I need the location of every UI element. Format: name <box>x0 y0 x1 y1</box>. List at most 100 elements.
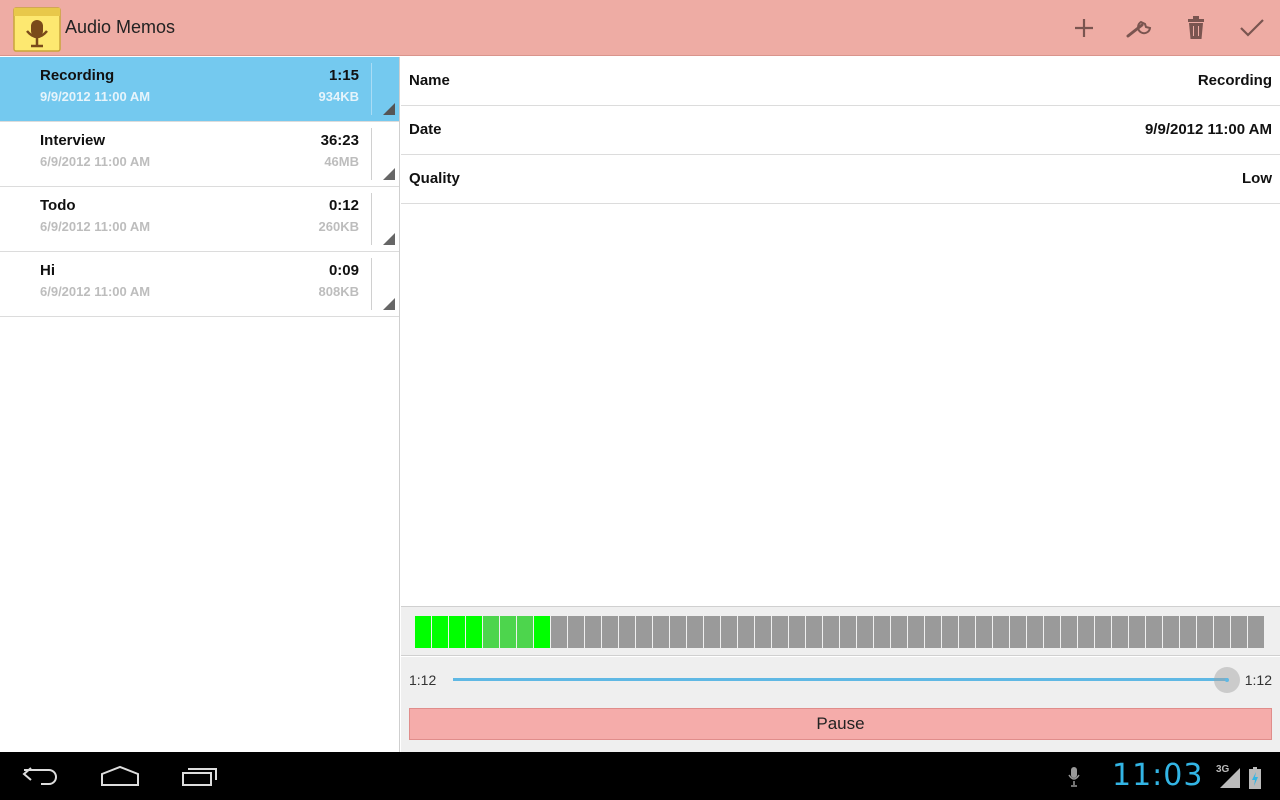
recording-name: Todo <box>40 197 76 214</box>
row-divider <box>371 128 372 180</box>
level-meter <box>415 616 1265 648</box>
meter-segment <box>823 616 839 648</box>
detail-row-date: Date 9/9/2012 11:00 AM <box>401 106 1280 155</box>
add-button[interactable] <box>1064 8 1104 48</box>
recording-size: 934KB <box>318 89 359 104</box>
recording-duration: 36:23 <box>320 132 359 149</box>
meter-segment <box>1027 616 1043 648</box>
detail-pane: Name Recording Date 9/9/2012 11:00 AM Qu… <box>401 57 1280 606</box>
meter-segment <box>1231 616 1247 648</box>
meter-segment <box>1112 616 1128 648</box>
recording-name: Recording <box>40 67 115 84</box>
row-divider <box>371 258 372 310</box>
meter-segment <box>891 616 907 648</box>
list-item[interactable]: Todo 6/9/2012 11:00 AM 0:12 260KB <box>0 187 399 252</box>
recording-duration: 1:15 <box>328 67 359 84</box>
trash-icon <box>1188 16 1204 39</box>
meter-segment <box>466 616 482 648</box>
wrench-icon <box>1126 20 1152 38</box>
level-meter-panel <box>401 606 1280 656</box>
meter-segment <box>908 616 924 648</box>
meter-segment <box>942 616 958 648</box>
app-title: Audio Memos <box>65 17 176 37</box>
meter-segment <box>738 616 754 648</box>
detail-label: Quality <box>409 170 460 187</box>
expand-corner-icon[interactable] <box>383 103 395 115</box>
recording-date: 6/9/2012 11:00 AM <box>40 154 151 169</box>
list-item[interactable]: Recording 9/9/2012 11:00 AM 1:15 934KB <box>0 57 399 122</box>
meter-segment <box>585 616 601 648</box>
meter-segment <box>976 616 992 648</box>
microphone-icon <box>1066 766 1082 788</box>
recent-apps-button[interactable] <box>170 758 230 794</box>
meter-segment <box>840 616 856 648</box>
row-divider <box>371 193 372 245</box>
elapsed-time: 1:12 <box>409 672 437 688</box>
meter-segment <box>619 616 635 648</box>
meter-segment <box>1010 616 1026 648</box>
meter-segment <box>1163 616 1179 648</box>
list-item[interactable]: Interview 6/9/2012 11:00 AM 36:23 46MB <box>0 122 399 187</box>
recording-size: 808KB <box>318 284 359 299</box>
recording-name: Hi <box>40 262 55 279</box>
meter-segment <box>653 616 669 648</box>
meter-segment <box>1146 616 1162 648</box>
expand-corner-icon[interactable] <box>383 298 395 310</box>
meter-segment <box>1129 616 1145 648</box>
meter-segment <box>874 616 890 648</box>
meter-segment <box>449 616 465 648</box>
detail-label: Date <box>409 121 442 138</box>
meter-segment <box>806 616 822 648</box>
detail-label: Name <box>409 72 450 89</box>
recent-apps-icon <box>182 768 217 786</box>
meter-segment <box>772 616 788 648</box>
meter-segment <box>517 616 533 648</box>
pause-button[interactable]: Pause <box>409 708 1272 740</box>
battery-charging-icon <box>1248 766 1262 790</box>
detail-value: Recording <box>1197 72 1272 89</box>
meter-segment <box>415 616 431 648</box>
expand-corner-icon[interactable] <box>383 168 395 180</box>
meter-segment <box>551 616 567 648</box>
list-item[interactable]: Hi 6/9/2012 11:00 AM 0:09 808KB <box>0 252 399 317</box>
meter-segment <box>1061 616 1077 648</box>
meter-segment <box>1214 616 1230 648</box>
detail-value: 9/9/2012 11:00 AM <box>1144 121 1272 138</box>
clock: 11:03 <box>1112 758 1204 793</box>
delete-button[interactable] <box>1176 8 1216 48</box>
plus-icon <box>1075 19 1093 37</box>
meter-segment <box>602 616 618 648</box>
home-button[interactable] <box>90 758 150 794</box>
expand-corner-icon[interactable] <box>383 233 395 245</box>
recording-duration: 0:09 <box>328 262 359 279</box>
meter-segment <box>687 616 703 648</box>
meter-segment <box>789 616 805 648</box>
meter-segment <box>670 616 686 648</box>
done-button[interactable] <box>1232 8 1272 48</box>
recording-date: 6/9/2012 11:00 AM <box>40 219 151 234</box>
total-time: 1:12 <box>1244 672 1272 688</box>
back-icon <box>22 767 57 785</box>
meter-segment <box>993 616 1009 648</box>
meter-segment <box>568 616 584 648</box>
home-icon <box>101 765 139 786</box>
meter-segment <box>925 616 941 648</box>
detail-value: Low <box>1242 170 1272 187</box>
meter-segment <box>1044 616 1060 648</box>
seek-bar[interactable] <box>453 678 1228 681</box>
meter-segment <box>636 616 652 648</box>
back-button[interactable] <box>10 758 70 794</box>
recording-size: 46MB <box>324 154 359 169</box>
recording-date: 6/9/2012 11:00 AM <box>40 284 151 299</box>
meter-segment <box>1197 616 1213 648</box>
microphone-notepad-icon[interactable] <box>13 4 61 52</box>
action-bar: Audio Memos <box>0 0 1280 56</box>
meter-segment <box>721 616 737 648</box>
recording-size: 260KB <box>318 219 359 234</box>
detail-row-quality: Quality Low <box>401 155 1280 204</box>
seek-thumb[interactable] <box>1214 667 1240 693</box>
meter-segment <box>432 616 448 648</box>
settings-button[interactable] <box>1120 8 1160 48</box>
meter-segment <box>1078 616 1094 648</box>
detail-row-name: Name Recording <box>401 57 1280 106</box>
